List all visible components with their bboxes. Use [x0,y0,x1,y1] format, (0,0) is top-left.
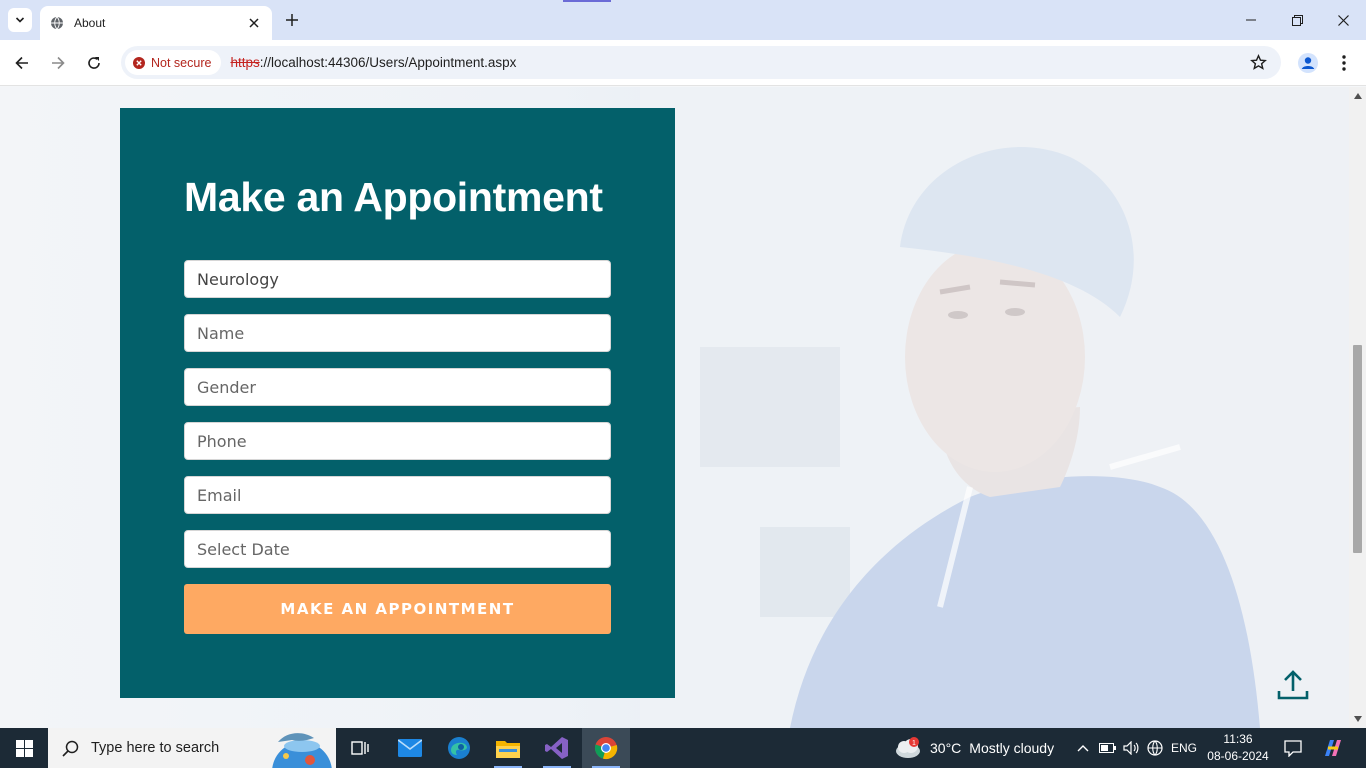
close-window-button[interactable] [1320,0,1366,40]
windows-taskbar: Type here to search 1 30°C Mostly cloudy… [0,728,1366,768]
search-placeholder: Type here to search [91,740,220,756]
form-title: Make an Appointment [184,174,603,220]
chrome-browser-button[interactable] [582,728,630,768]
back-to-top-button[interactable] [1276,669,1310,703]
copilot-icon [1325,740,1341,756]
url-text[interactable]: https://localhost:44306/Users/Appointmen… [230,55,516,70]
battery-icon [1098,743,1116,753]
scrollbar-thumb[interactable] [1353,345,1362,553]
address-bar[interactable]: Not secure https://localhost:44306/Users… [121,46,1281,79]
taskbar-clock[interactable]: 11:36 08-06-2024 [1206,731,1270,765]
close-icon [1337,14,1349,26]
bookmark-button[interactable] [1247,51,1269,73]
reload-button[interactable] [80,49,108,77]
visual-studio-button[interactable] [533,728,581,768]
volume-button[interactable] [1121,728,1141,768]
weather-alert-badge: 1 [912,740,916,747]
weather-temperature: 30°C [930,740,962,756]
restore-icon [1291,14,1303,26]
tab-title: About [74,16,106,30]
battery-button[interactable] [1097,728,1117,768]
language-indicator[interactable]: ENG [1168,728,1200,768]
search-icon [62,740,79,757]
name-field[interactable] [184,314,611,352]
plus-icon [286,14,298,26]
scroll-up-arrow[interactable] [1353,91,1362,100]
folder-icon [496,741,520,758]
tab-search-button[interactable] [8,8,32,32]
doctor-background-image [640,87,1349,728]
star-icon [1249,53,1267,70]
make-appointment-button[interactable]: MAKE AN APPOINTMENT [184,584,611,634]
task-view-icon [351,741,369,755]
mail-icon [398,739,422,757]
globe-icon [50,16,64,30]
phone-field[interactable] [184,422,611,460]
forward-button[interactable] [44,49,72,77]
edge-icon [448,737,470,759]
notification-center-button[interactable] [1280,728,1306,768]
taskbar-search-box[interactable]: Type here to search [48,728,336,768]
department-field[interactable] [184,260,611,298]
browser-tab-active[interactable]: About [40,6,272,40]
page-viewport: Make an Appointment MAKE AN APPOINTMENT [0,87,1349,728]
cloudy-weather-icon: 1 [896,737,920,758]
visual-studio-icon [545,737,568,759]
arrow-left-icon [15,56,28,70]
triangle-down-icon [1353,715,1362,722]
tab-close-button[interactable] [246,15,262,31]
weather-widget[interactable]: 1 30°C Mostly cloudy [894,728,1054,768]
close-icon [249,18,259,28]
clock-time: 11:36 [1223,732,1253,746]
date-field[interactable] [184,530,611,568]
task-view-button[interactable] [336,728,384,768]
language-label: ENG [1170,741,1197,755]
restore-button[interactable] [1274,0,1320,40]
clock-date: 08-06-2024 [1207,749,1269,763]
network-button[interactable] [1145,728,1165,768]
edge-browser-button[interactable] [435,728,483,768]
show-hidden-icons-button[interactable] [1074,728,1092,768]
minimize-button[interactable] [1228,0,1274,40]
browser-menu-button[interactable] [1332,49,1356,77]
site-info-button[interactable]: Not secure [125,50,222,75]
start-button[interactable] [0,728,48,768]
email-field[interactable] [184,476,611,514]
new-tab-button[interactable] [280,8,304,32]
copilot-button[interactable] [1318,728,1348,768]
profile-button[interactable] [1294,49,1322,77]
back-button[interactable] [8,49,36,77]
chevron-up-icon [1077,745,1089,752]
browser-toolbar: Not secure https://localhost:44306/Users… [0,40,1366,86]
not-secure-label: Not secure [151,55,212,70]
search-highlight-image [256,728,336,768]
profile-icon [1298,53,1318,73]
browser-tab-strip: About [0,0,1366,40]
chevron-down-icon [15,17,25,23]
notification-icon [1284,739,1302,757]
url-path: ://localhost:44306/Users/Appointment.asp… [259,55,517,70]
mail-app-button[interactable] [386,728,434,768]
appointment-form: Make an Appointment MAKE AN APPOINTMENT [120,108,675,698]
url-scheme: https [230,55,260,70]
gender-field[interactable] [184,368,611,406]
tab-strip-indicator [563,0,611,2]
page-scrollbar[interactable] [1349,87,1366,728]
triangle-up-icon [1353,92,1362,99]
weather-condition: Mostly cloudy [969,740,1055,756]
chrome-icon [594,737,618,760]
file-explorer-button[interactable] [484,728,532,768]
minimize-icon [1246,19,1256,21]
reload-icon [88,57,100,69]
upload-icon [1277,670,1309,700]
globe-network-icon [1147,740,1163,756]
scroll-down-arrow[interactable] [1353,714,1362,723]
more-vertical-icon [1342,55,1346,71]
arrow-right-icon [52,56,65,70]
warning-circle-icon [133,56,145,69]
volume-icon [1123,741,1139,755]
windows-logo-icon [15,739,33,757]
